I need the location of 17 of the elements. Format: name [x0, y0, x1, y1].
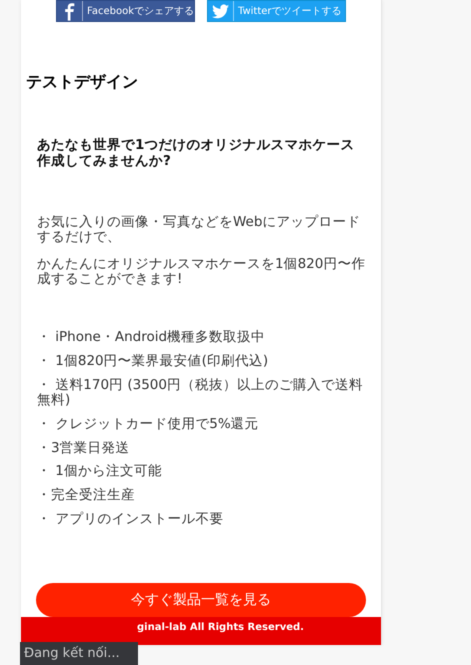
twitter-share-button[interactable]: Twitterでツイートする	[207, 0, 346, 22]
product-list-button[interactable]: 今すぐ製品一覧を見る	[36, 583, 366, 617]
feature-item: ・ クレジットカード使用で5%還元	[37, 416, 260, 432]
status-tooltip: Đang kết nối...	[20, 642, 138, 665]
feature-item: ・完全受注生産	[37, 488, 136, 504]
footer-copyright: ginal-lab All Rights Reserved.	[21, 617, 381, 645]
feature-item: ・ 送料170円 (3500円（税抜）以上のご購入で送料無料)	[37, 378, 364, 408]
feature-item: ・ 1個820円〜業界最安値(印刷代込)	[37, 354, 270, 370]
page-title: テストデザイン	[26, 71, 139, 93]
paragraph: お気に入りの画像・写真などをWebにアップロードするだけで、	[37, 215, 362, 245]
facebook-share-button[interactable]: Facebookでシェアする	[56, 0, 195, 22]
headline: あたなも世界で1つだけのオリジナルスマホケース作成してみませんか?	[37, 138, 356, 170]
feature-item: ・ 1個から注文可能	[37, 464, 163, 480]
feature-item: ・3営業日発送	[37, 440, 131, 456]
feature-item: ・ iPhone・Android機種多数取扱中	[37, 330, 266, 346]
paragraph: かんたんにオリジナルスマホケースを1個820円〜作成することができます!	[37, 256, 366, 286]
feature-item: ・ アプリのインストール不要	[37, 512, 224, 527]
